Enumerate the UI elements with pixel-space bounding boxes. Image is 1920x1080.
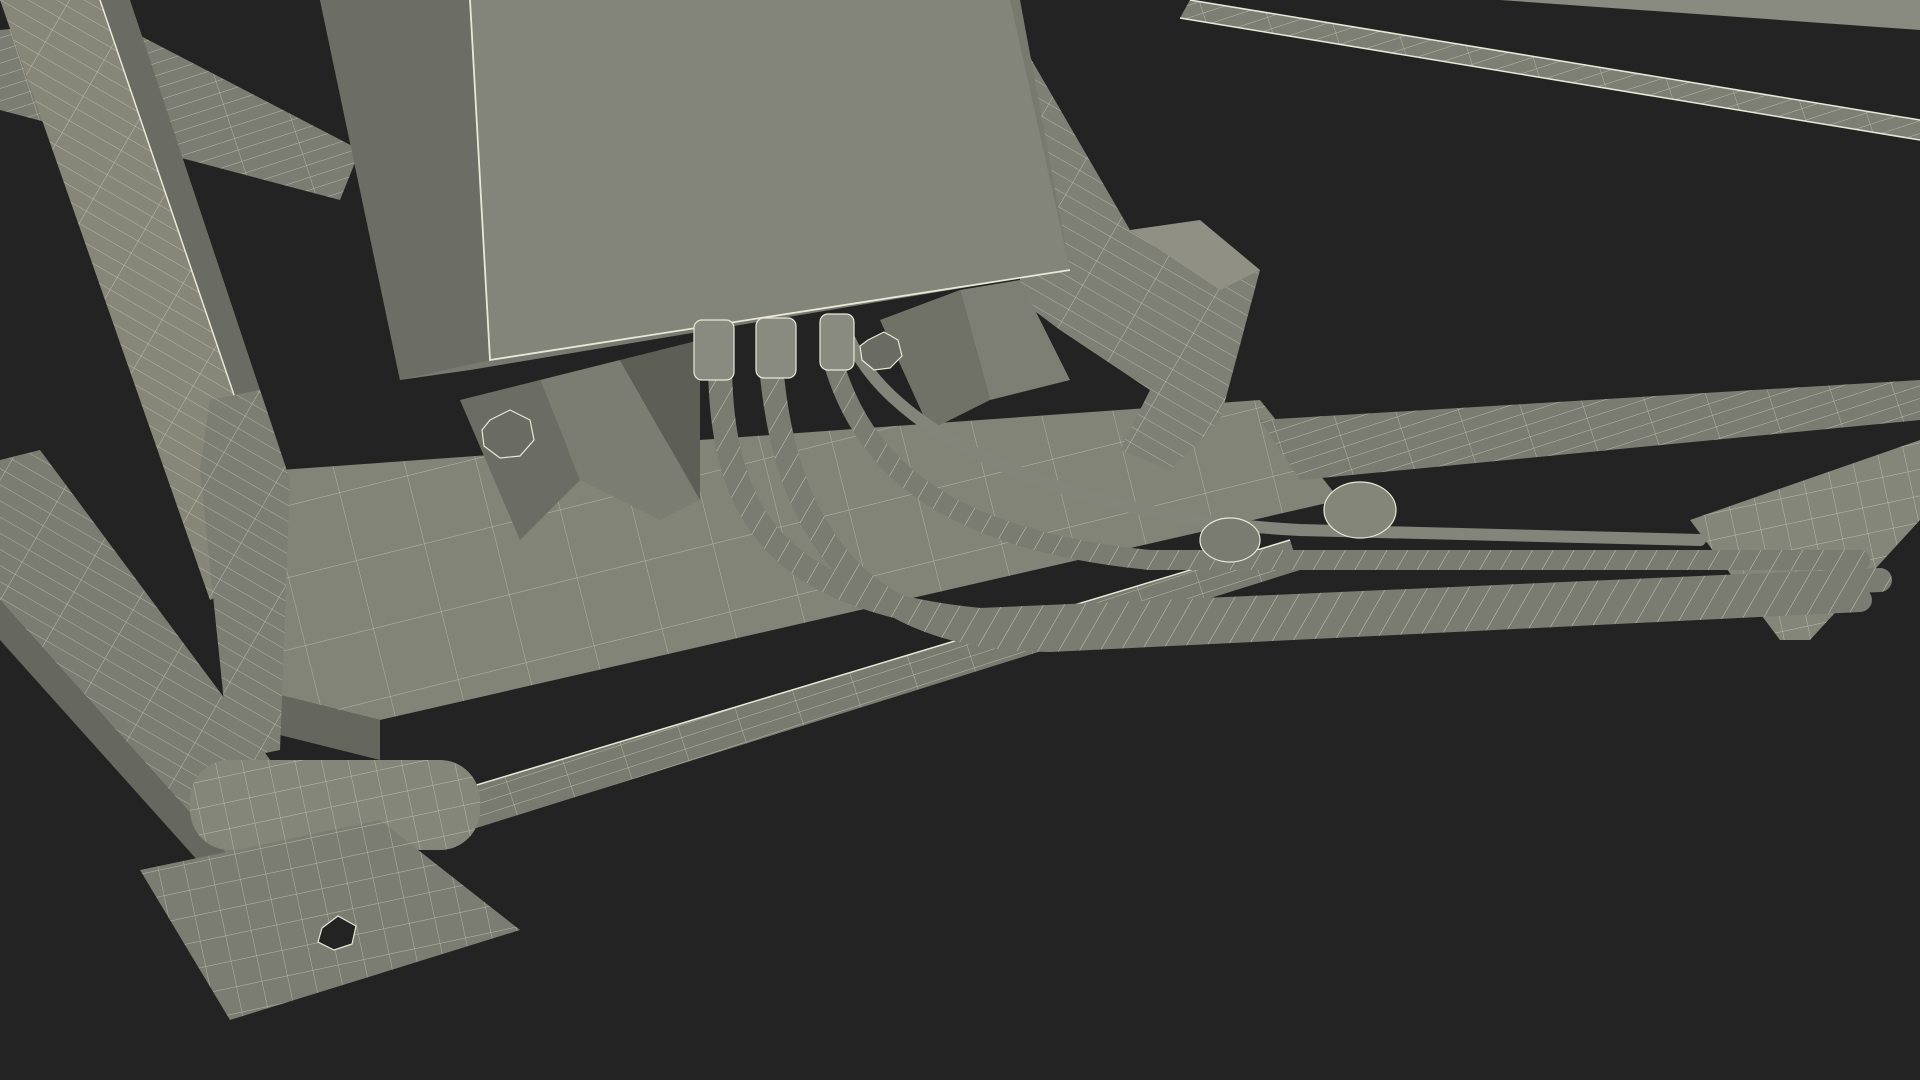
hinge-assembly [140, 760, 520, 1020]
top-rails [1160, 0, 1920, 141]
cable-connectors [693, 313, 855, 381]
wireframe-render [0, 0, 1920, 1020]
